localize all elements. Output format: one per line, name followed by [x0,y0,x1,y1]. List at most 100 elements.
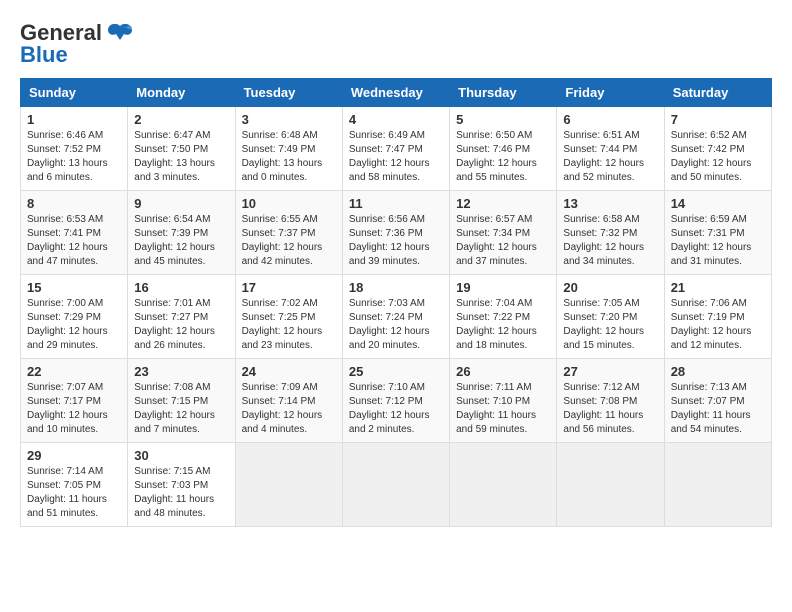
day-info: Sunrise: 6:59 AM Sunset: 7:31 PM Dayligh… [671,213,765,269]
weekday-header-thursday: Thursday [450,79,557,107]
calendar-cell-9: 9 Sunrise: 6:54 AM Sunset: 7:39 PM Dayli… [128,191,235,275]
day-number: 19 [456,280,550,295]
calendar-cell-16: 16 Sunrise: 7:01 AM Sunset: 7:27 PM Dayl… [128,275,235,359]
day-number: 26 [456,364,550,379]
calendar-cell-5: 5 Sunrise: 6:50 AM Sunset: 7:46 PM Dayli… [450,107,557,191]
calendar-cell-27: 27 Sunrise: 7:12 AM Sunset: 7:08 PM Dayl… [557,359,664,443]
day-info: Sunrise: 6:50 AM Sunset: 7:46 PM Dayligh… [456,129,550,185]
day-number: 8 [27,196,121,211]
day-number: 20 [563,280,657,295]
calendar-cell-7: 7 Sunrise: 6:52 AM Sunset: 7:42 PM Dayli… [664,107,771,191]
day-number: 3 [242,112,336,127]
day-info: Sunrise: 7:15 AM Sunset: 7:03 PM Dayligh… [134,465,228,521]
calendar-cell-18: 18 Sunrise: 7:03 AM Sunset: 7:24 PM Dayl… [342,275,449,359]
day-number: 4 [349,112,443,127]
calendar-cell-29: 29 Sunrise: 7:14 AM Sunset: 7:05 PM Dayl… [21,443,128,527]
day-number: 6 [563,112,657,127]
day-number: 30 [134,448,228,463]
day-info: Sunrise: 7:11 AM Sunset: 7:10 PM Dayligh… [456,381,550,437]
day-info: Sunrise: 6:47 AM Sunset: 7:50 PM Dayligh… [134,129,228,185]
weekday-header-saturday: Saturday [664,79,771,107]
weekday-header-monday: Monday [128,79,235,107]
weekday-header-sunday: Sunday [21,79,128,107]
day-number: 10 [242,196,336,211]
calendar-cell-11: 11 Sunrise: 6:56 AM Sunset: 7:36 PM Dayl… [342,191,449,275]
calendar-cell-30: 30 Sunrise: 7:15 AM Sunset: 7:03 PM Dayl… [128,443,235,527]
calendar: SundayMondayTuesdayWednesdayThursdayFrid… [20,78,772,527]
day-number: 7 [671,112,765,127]
day-number: 9 [134,196,228,211]
day-info: Sunrise: 6:49 AM Sunset: 7:47 PM Dayligh… [349,129,443,185]
weekday-header-wednesday: Wednesday [342,79,449,107]
day-number: 23 [134,364,228,379]
calendar-cell-2: 2 Sunrise: 6:47 AM Sunset: 7:50 PM Dayli… [128,107,235,191]
calendar-cell-25: 25 Sunrise: 7:10 AM Sunset: 7:12 PM Dayl… [342,359,449,443]
day-number: 24 [242,364,336,379]
logo: General Blue [20,20,134,68]
day-number: 5 [456,112,550,127]
logo-blue: Blue [20,42,68,68]
calendar-cell-26: 26 Sunrise: 7:11 AM Sunset: 7:10 PM Dayl… [450,359,557,443]
calendar-cell-24: 24 Sunrise: 7:09 AM Sunset: 7:14 PM Dayl… [235,359,342,443]
day-info: Sunrise: 6:51 AM Sunset: 7:44 PM Dayligh… [563,129,657,185]
day-info: Sunrise: 7:00 AM Sunset: 7:29 PM Dayligh… [27,297,121,353]
calendar-cell-20: 20 Sunrise: 7:05 AM Sunset: 7:20 PM Dayl… [557,275,664,359]
calendar-cell-8: 8 Sunrise: 6:53 AM Sunset: 7:41 PM Dayli… [21,191,128,275]
day-info: Sunrise: 7:09 AM Sunset: 7:14 PM Dayligh… [242,381,336,437]
day-number: 1 [27,112,121,127]
day-number: 29 [27,448,121,463]
day-info: Sunrise: 7:03 AM Sunset: 7:24 PM Dayligh… [349,297,443,353]
day-info: Sunrise: 7:01 AM Sunset: 7:27 PM Dayligh… [134,297,228,353]
day-number: 25 [349,364,443,379]
day-number: 12 [456,196,550,211]
day-number: 21 [671,280,765,295]
day-info: Sunrise: 7:02 AM Sunset: 7:25 PM Dayligh… [242,297,336,353]
day-info: Sunrise: 6:53 AM Sunset: 7:41 PM Dayligh… [27,213,121,269]
day-info: Sunrise: 7:10 AM Sunset: 7:12 PM Dayligh… [349,381,443,437]
day-number: 13 [563,196,657,211]
day-info: Sunrise: 6:55 AM Sunset: 7:37 PM Dayligh… [242,213,336,269]
empty-cell [450,443,557,527]
day-info: Sunrise: 6:58 AM Sunset: 7:32 PM Dayligh… [563,213,657,269]
calendar-cell-23: 23 Sunrise: 7:08 AM Sunset: 7:15 PM Dayl… [128,359,235,443]
weekday-header-friday: Friday [557,79,664,107]
calendar-cell-13: 13 Sunrise: 6:58 AM Sunset: 7:32 PM Dayl… [557,191,664,275]
day-info: Sunrise: 6:56 AM Sunset: 7:36 PM Dayligh… [349,213,443,269]
day-info: Sunrise: 7:14 AM Sunset: 7:05 PM Dayligh… [27,465,121,521]
day-number: 2 [134,112,228,127]
day-info: Sunrise: 7:04 AM Sunset: 7:22 PM Dayligh… [456,297,550,353]
day-number: 14 [671,196,765,211]
day-info: Sunrise: 6:46 AM Sunset: 7:52 PM Dayligh… [27,129,121,185]
calendar-cell-4: 4 Sunrise: 6:49 AM Sunset: 7:47 PM Dayli… [342,107,449,191]
calendar-cell-21: 21 Sunrise: 7:06 AM Sunset: 7:19 PM Dayl… [664,275,771,359]
calendar-cell-6: 6 Sunrise: 6:51 AM Sunset: 7:44 PM Dayli… [557,107,664,191]
calendar-cell-17: 17 Sunrise: 7:02 AM Sunset: 7:25 PM Dayl… [235,275,342,359]
calendar-cell-3: 3 Sunrise: 6:48 AM Sunset: 7:49 PM Dayli… [235,107,342,191]
day-number: 27 [563,364,657,379]
day-info: Sunrise: 7:06 AM Sunset: 7:19 PM Dayligh… [671,297,765,353]
day-number: 18 [349,280,443,295]
day-info: Sunrise: 6:57 AM Sunset: 7:34 PM Dayligh… [456,213,550,269]
day-number: 16 [134,280,228,295]
calendar-cell-12: 12 Sunrise: 6:57 AM Sunset: 7:34 PM Dayl… [450,191,557,275]
calendar-cell-28: 28 Sunrise: 7:13 AM Sunset: 7:07 PM Dayl… [664,359,771,443]
empty-cell [664,443,771,527]
day-info: Sunrise: 7:05 AM Sunset: 7:20 PM Dayligh… [563,297,657,353]
day-number: 17 [242,280,336,295]
day-number: 28 [671,364,765,379]
calendar-cell-22: 22 Sunrise: 7:07 AM Sunset: 7:17 PM Dayl… [21,359,128,443]
day-info: Sunrise: 7:08 AM Sunset: 7:15 PM Dayligh… [134,381,228,437]
calendar-cell-14: 14 Sunrise: 6:59 AM Sunset: 7:31 PM Dayl… [664,191,771,275]
calendar-cell-19: 19 Sunrise: 7:04 AM Sunset: 7:22 PM Dayl… [450,275,557,359]
day-number: 15 [27,280,121,295]
logo-bird-icon [106,22,134,44]
empty-cell [235,443,342,527]
weekday-header-tuesday: Tuesday [235,79,342,107]
empty-cell [342,443,449,527]
calendar-cell-15: 15 Sunrise: 7:00 AM Sunset: 7:29 PM Dayl… [21,275,128,359]
day-info: Sunrise: 7:13 AM Sunset: 7:07 PM Dayligh… [671,381,765,437]
day-number: 11 [349,196,443,211]
day-info: Sunrise: 6:48 AM Sunset: 7:49 PM Dayligh… [242,129,336,185]
calendar-cell-1: 1 Sunrise: 6:46 AM Sunset: 7:52 PM Dayli… [21,107,128,191]
day-info: Sunrise: 7:12 AM Sunset: 7:08 PM Dayligh… [563,381,657,437]
